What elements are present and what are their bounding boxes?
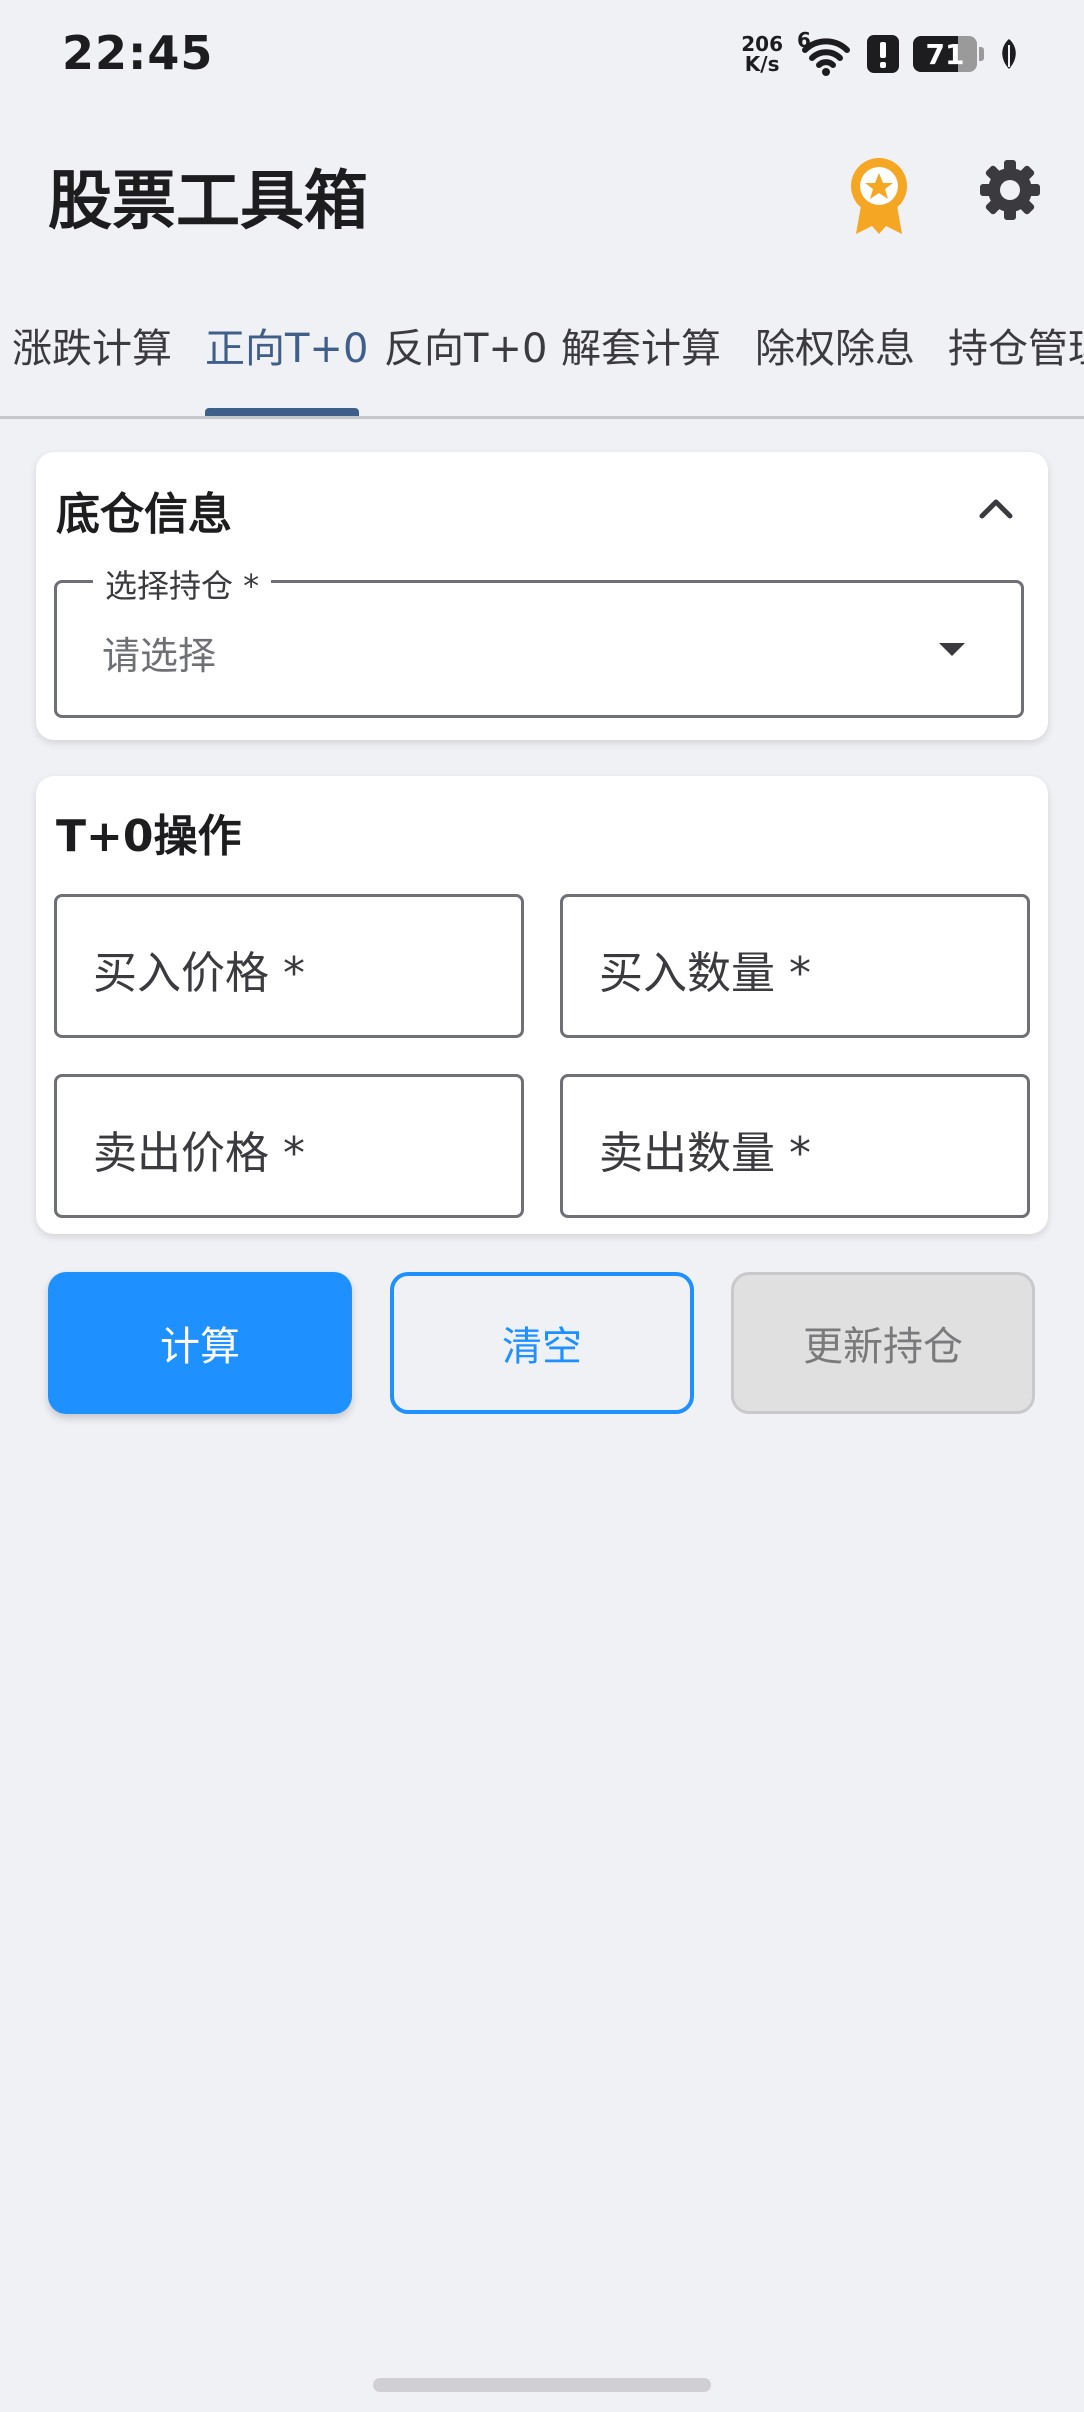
position-info-card: 底仓信息 选择持仓 * 请选择: [36, 452, 1048, 740]
buy-quantity-label: 买入数量 *: [599, 948, 811, 999]
status-bar: 22:45 206 K/s 6 71: [0, 0, 1084, 110]
status-time: 22:45: [62, 26, 214, 80]
app-bar: 股票工具箱: [0, 110, 1084, 265]
network-speed-unit: K/s: [744, 52, 780, 76]
battery-tip: [979, 47, 984, 61]
app-title: 股票工具箱: [48, 165, 368, 239]
buy-price-label: 买入价格 *: [93, 948, 305, 999]
sell-price-label: 卖出价格 *: [93, 1128, 305, 1179]
sell-quantity-label: 卖出数量 *: [599, 1128, 811, 1179]
clear-button[interactable]: 清空: [390, 1272, 694, 1414]
buy-price-input[interactable]: 买入价格 *: [54, 894, 524, 1038]
tab-active-indicator: [205, 408, 359, 416]
sell-quantity-input[interactable]: 卖出数量 *: [560, 1074, 1030, 1218]
status-icons: 206 K/s 6 71: [741, 28, 1020, 78]
tab-unlock-calc[interactable]: 解套计算: [561, 316, 721, 374]
award-badge-icon[interactable]: [846, 156, 912, 236]
tab-bar: 涨跌计算 正向T+0 反向T+0 解套计算 除权除息 持仓管理: [0, 300, 1084, 419]
network-speed-value: 206: [741, 32, 783, 56]
tab-position-management[interactable]: 持仓管理: [948, 316, 1084, 374]
battery-indicator: 71: [913, 36, 977, 72]
t0-operation-title: T+0操作: [56, 811, 242, 862]
tab-reverse-t0[interactable]: 反向T+0: [384, 316, 547, 374]
tab-ex-dividend[interactable]: 除权除息: [755, 316, 915, 374]
t0-operation-card: T+0操作 买入价格 * 买入数量 * 卖出价格 * 卖出数量 *: [36, 776, 1048, 1234]
signal-label: 6: [797, 28, 811, 52]
wifi-icon: 6: [797, 28, 853, 76]
tab-forward-t0[interactable]: 正向T+0: [205, 316, 368, 374]
home-indicator[interactable]: [373, 2378, 711, 2392]
update-position-button[interactable]: 更新持仓: [731, 1272, 1035, 1414]
position-select-placeholder: 请选择: [102, 634, 217, 678]
gear-icon[interactable]: [978, 158, 1042, 222]
position-select[interactable]: 选择持仓 * 请选择: [54, 561, 1024, 718]
leaf-icon: [998, 37, 1020, 71]
buy-quantity-input[interactable]: 买入数量 *: [560, 894, 1030, 1038]
calculate-button[interactable]: 计算: [48, 1272, 352, 1414]
chevron-up-icon[interactable]: [974, 486, 1018, 530]
tab-price-change[interactable]: 涨跌计算: [12, 316, 172, 374]
alert-icon: [867, 35, 899, 73]
network-speed: 206 K/s: [741, 34, 783, 74]
battery-level: 71: [925, 37, 965, 71]
position-select-label: 选择持仓 *: [93, 561, 272, 607]
caret-down-icon: [939, 643, 965, 656]
position-info-title: 底仓信息: [56, 489, 232, 540]
sell-price-input[interactable]: 卖出价格 *: [54, 1074, 524, 1218]
